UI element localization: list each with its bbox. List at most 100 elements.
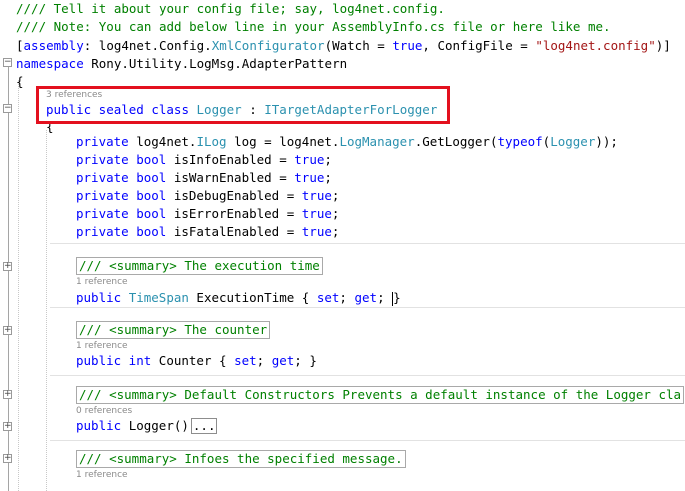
indent-guide xyxy=(18,80,19,491)
code-token: public int xyxy=(76,353,159,368)
code-token: public xyxy=(76,290,129,305)
code-token: private xyxy=(76,134,137,149)
code-token: "log4net.config" xyxy=(535,38,656,53)
code-token: Rony.Utility.LogMsg.AdapterPattern xyxy=(83,56,348,71)
code-token: Logger() xyxy=(128,418,189,433)
code-token: get xyxy=(354,290,378,305)
code-token: true xyxy=(301,188,332,203)
code-token: ; xyxy=(324,170,332,185)
code-token: isFatalEnabled = xyxy=(173,224,302,239)
code-token: XmlConfigurator xyxy=(211,38,325,53)
collapsed-summary-box[interactable]: /// <summary> Default Constructors Preve… xyxy=(76,386,685,404)
code-token: ; xyxy=(331,206,340,221)
code-token: private bool xyxy=(76,188,174,203)
expand-summary-icon[interactable]: + xyxy=(3,262,12,271)
code-text: /// <summary> Default Constructors Preve… xyxy=(76,386,685,404)
codelens-references[interactable]: 1 reference xyxy=(76,341,128,352)
code-text: [assembly: log4net.Config.XmlConfigurato… xyxy=(16,37,671,55)
collapsed-summary-box[interactable]: /// <summary> The counter xyxy=(76,321,271,339)
codelens-references[interactable]: 1 reference xyxy=(76,470,128,481)
code-token: //// Note: You can add below line in you… xyxy=(16,19,611,34)
code-text: public TimeSpan ExecutionTime { set; get… xyxy=(76,289,401,307)
code-token: .GetLogger( xyxy=(414,134,498,149)
code-text: public int Counter { set; get; } xyxy=(76,352,317,370)
code-token: ; xyxy=(377,290,393,305)
code-token: true xyxy=(294,170,325,185)
code-token: namespace xyxy=(16,56,84,71)
collapsed-body-ellipsis[interactable]: ... xyxy=(190,418,218,434)
code-token: ; xyxy=(331,224,340,239)
code-token: /// <summary> The counter xyxy=(79,322,268,337)
code-token: true xyxy=(301,224,332,239)
code-token: isErrorEnabled = xyxy=(173,206,302,221)
code-token: )); xyxy=(595,134,618,149)
code-token: private bool xyxy=(76,170,174,185)
collapse-namespace-icon[interactable]: − xyxy=(3,58,12,67)
code-token: ILog xyxy=(196,134,227,149)
member-separator xyxy=(50,440,685,441)
code-token: log4net. xyxy=(136,134,197,149)
code-token: ; } xyxy=(294,353,317,368)
code-editor[interactable]: − − + + + + + //// Tell it about your co… xyxy=(0,0,685,491)
code-token: ; xyxy=(339,290,355,305)
code-token: log = log4net. xyxy=(226,134,340,149)
code-token: [ xyxy=(16,38,24,53)
code-token: TimeSpan xyxy=(128,290,189,305)
code-text: private bool isInfoEnabled = true; xyxy=(76,151,332,169)
code-token: true xyxy=(301,206,332,221)
annotation-highlight-box xyxy=(36,86,450,124)
collapse-class-icon[interactable]: − xyxy=(3,104,12,113)
expand-summary-icon[interactable]: + xyxy=(3,390,12,399)
codelens-references[interactable]: 1 reference xyxy=(76,277,128,288)
code-token: Logger xyxy=(550,134,596,149)
member-separator xyxy=(50,375,685,376)
code-text: //// Note: You can add below line in you… xyxy=(16,18,611,36)
code-token: public xyxy=(76,418,129,433)
code-token: )] xyxy=(655,38,671,53)
expand-summary-icon[interactable]: + xyxy=(3,326,12,335)
code-text: /// <summary> Infoes the specified messa… xyxy=(76,450,406,468)
code-token: /// <summary> Infoes the specified messa… xyxy=(79,451,403,466)
code-text: private bool isDebugEnabled = true; xyxy=(76,187,339,205)
code-text: /// <summary> The execution time xyxy=(76,257,323,275)
code-token: (Watch = xyxy=(324,38,393,53)
expand-constructor-icon[interactable]: + xyxy=(3,422,12,431)
code-token: private bool xyxy=(76,152,174,167)
code-token: isDebugEnabled = xyxy=(173,188,302,203)
indent-guide xyxy=(46,130,47,491)
code-text: public Logger()... xyxy=(76,417,218,435)
code-text: private bool isWarnEnabled = true; xyxy=(76,169,332,187)
code-token: true xyxy=(294,152,325,167)
code-token: ExecutionTime { xyxy=(188,290,317,305)
code-text: private log4net.ILog log = log4net.LogMa… xyxy=(76,133,618,151)
collapsed-summary-box[interactable]: /// <summary> Infoes the specified messa… xyxy=(76,450,406,468)
code-token: , ConfigFile = xyxy=(422,38,536,53)
member-separator xyxy=(50,243,685,244)
member-separator xyxy=(50,307,685,308)
code-token: private bool xyxy=(76,206,174,221)
code-token: /// <summary> The execution time xyxy=(79,258,320,273)
code-token: get xyxy=(271,353,295,368)
code-token: set xyxy=(316,290,340,305)
code-token: /// <summary> Default Constructors Preve… xyxy=(79,387,682,402)
code-token: ; xyxy=(256,353,272,368)
collapsed-summary-box[interactable]: /// <summary> The execution time xyxy=(76,257,323,275)
codelens-references[interactable]: 0 references xyxy=(76,406,132,417)
code-token: Counter { xyxy=(158,353,235,368)
code-text: private bool isErrorEnabled = true; xyxy=(76,205,339,223)
code-token: { xyxy=(16,74,24,89)
code-token: isWarnEnabled = xyxy=(173,170,295,185)
expand-summary-icon[interactable]: + xyxy=(3,454,12,463)
code-token: typeof xyxy=(497,134,543,149)
code-token: //// Tell it about your config file; say… xyxy=(16,1,445,16)
code-token: private bool xyxy=(76,224,174,239)
code-token: LogManager xyxy=(339,134,415,149)
code-token: ; xyxy=(324,152,332,167)
code-token: : log4net.Config. xyxy=(83,38,212,53)
code-text: /// <summary> The counter xyxy=(76,321,271,339)
code-token: isInfoEnabled = xyxy=(173,152,295,167)
code-token: ; xyxy=(331,188,340,203)
code-text: { xyxy=(16,73,24,91)
code-text: //// Tell it about your config file; say… xyxy=(16,0,445,18)
code-token: } xyxy=(393,290,401,305)
